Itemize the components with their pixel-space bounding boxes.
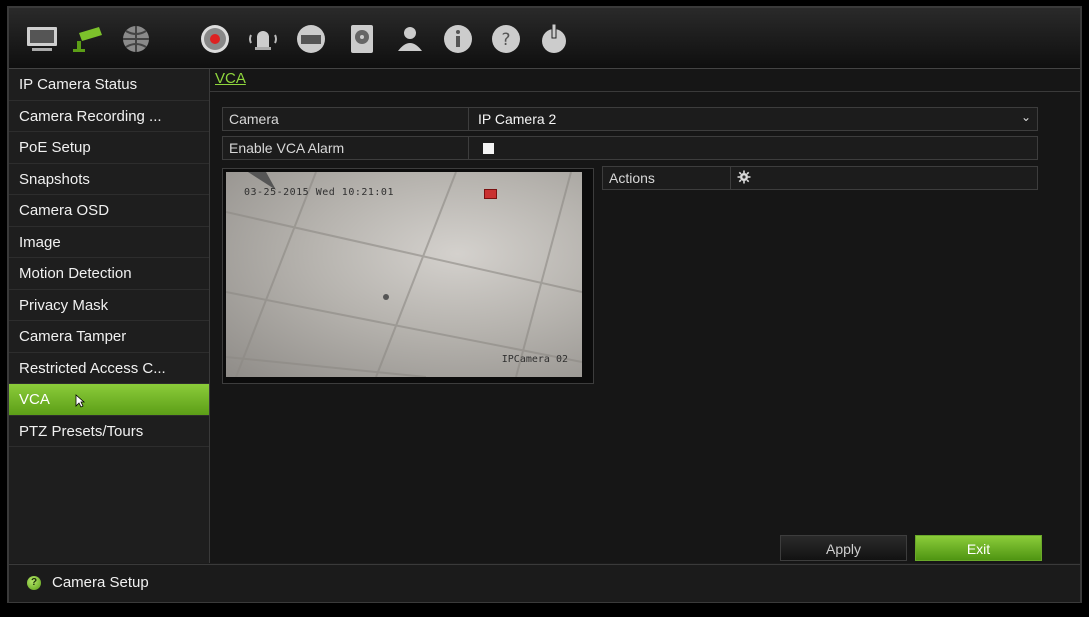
sidebar-item-ptz-presets[interactable]: PTZ Presets/Tours (9, 416, 209, 447)
power-icon[interactable] (534, 20, 574, 58)
sidebar-item-camera-tamper[interactable]: Camera Tamper (9, 321, 209, 353)
divider (468, 108, 469, 130)
gear-icon[interactable] (737, 170, 751, 184)
divider (730, 167, 731, 189)
user-icon[interactable] (390, 20, 430, 58)
sidebar-item-camera-osd[interactable]: Camera OSD (9, 195, 209, 227)
app-window: ? IP Camera Status Camera Recording ... … (7, 6, 1082, 603)
video-camera-name: IPCamera 02 (501, 354, 568, 365)
info-icon[interactable] (438, 20, 478, 58)
camera-live-view[interactable]: 03-25-2015 Wed 10:21:01 IPCamera 02 (226, 172, 582, 377)
sidebar-item-privacy-mask[interactable]: Privacy Mask (9, 290, 209, 321)
help-icon: ? (27, 576, 41, 590)
enable-vca-alarm-checkbox[interactable] (483, 143, 494, 154)
sidebar-item-camera-recording[interactable]: Camera Recording ... (9, 101, 209, 132)
apply-button[interactable]: Apply (780, 535, 907, 561)
breadcrumb: VCA (210, 69, 1080, 92)
enable-vca-alarm-label: Enable VCA Alarm (229, 140, 345, 156)
sidebar-item-image[interactable]: Image (9, 227, 209, 258)
status-text: Camera Setup (52, 574, 149, 591)
sidebar-item-poe-setup[interactable]: PoE Setup (9, 132, 209, 164)
video-timestamp: 03-25-2015 Wed 10:21:01 (244, 187, 394, 198)
display-icon[interactable] (22, 20, 62, 58)
hdd-icon[interactable] (342, 20, 382, 58)
breadcrumb-vca-link[interactable]: VCA (215, 70, 246, 87)
mouse-cursor-icon (75, 394, 85, 408)
camera-select-row[interactable]: Camera IP Camera 2 ⌄ (222, 107, 1038, 131)
exit-button[interactable]: Exit (915, 535, 1042, 561)
record-icon[interactable] (195, 20, 235, 58)
sidebar-item-restricted-access[interactable]: Restricted Access C... (9, 353, 209, 384)
status-bar: ? Camera Setup (9, 564, 1080, 602)
floor-tile-lines (226, 172, 582, 377)
recording-indicator-icon (484, 189, 497, 199)
main-panel: VCA Camera IP Camera 2 ⌄ Enable VCA Alar… (210, 69, 1080, 563)
video-preview-frame: 03-25-2015 Wed 10:21:01 IPCamera 02 (222, 168, 594, 384)
sidebar-item-ip-camera-status[interactable]: IP Camera Status (9, 69, 209, 101)
chevron-down-icon[interactable]: ⌄ (1021, 110, 1031, 124)
camera-select-value[interactable]: IP Camera 2 (478, 111, 556, 127)
camera-icon[interactable] (69, 20, 109, 58)
camera-label: Camera (229, 111, 279, 127)
divider (468, 137, 469, 159)
actions-label: Actions (609, 170, 655, 186)
help-icon[interactable]: ? (486, 20, 526, 58)
alarm-icon[interactable] (243, 20, 283, 58)
main-toolbar: ? (9, 8, 1080, 69)
sidebar-item-vca[interactable]: VCA (9, 384, 209, 416)
sidebar: IP Camera Status Camera Recording ... Po… (9, 69, 210, 563)
enable-vca-alarm-row: Enable VCA Alarm (222, 136, 1038, 160)
sidebar-item-label: VCA (19, 391, 50, 408)
device-icon[interactable] (291, 20, 331, 58)
sidebar-item-motion-detection[interactable]: Motion Detection (9, 258, 209, 290)
svg-text:?: ? (501, 30, 510, 50)
network-icon[interactable] (116, 20, 156, 58)
actions-row: Actions (602, 166, 1038, 190)
sidebar-item-snapshots[interactable]: Snapshots (9, 164, 209, 195)
